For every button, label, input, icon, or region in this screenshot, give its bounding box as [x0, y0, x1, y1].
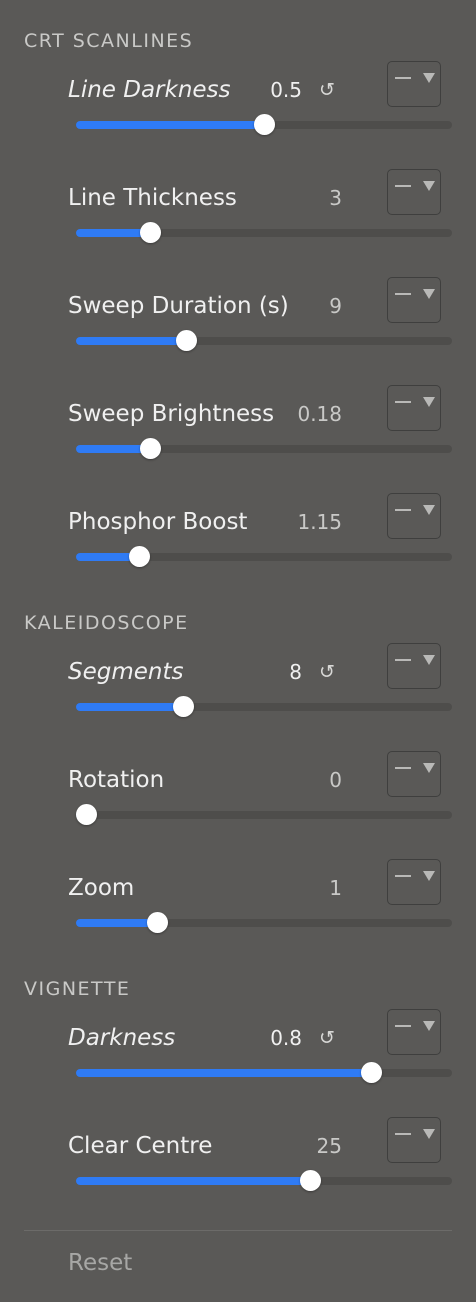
slider-fill: [76, 337, 186, 345]
reset-button[interactable]: Reset: [68, 1248, 132, 1278]
param-label: Line Darkness: [68, 77, 231, 103]
mode-dropdown-button[interactable]: [387, 169, 441, 215]
mode-dropdown-button[interactable]: [387, 61, 441, 107]
slider-fill: [76, 1177, 310, 1185]
slider-fill: [76, 703, 183, 711]
param-rotation: Rotation 0: [0, 751, 476, 873]
param-value[interactable]: 8: [289, 657, 302, 687]
param-value[interactable]: 9: [329, 291, 342, 321]
caret-down-icon: [423, 73, 435, 83]
section-title-crt-scanlines: CRT SCANLINES: [24, 30, 194, 52]
param-label: Line Thickness: [68, 185, 237, 211]
dash-icon: [395, 77, 411, 79]
param-label: Phosphor Boost: [68, 509, 248, 535]
dash-icon: [395, 509, 411, 511]
caret-down-icon: [423, 397, 435, 407]
dash-icon: [395, 185, 411, 187]
caret-down-icon: [423, 1129, 435, 1139]
slider-track[interactable]: [76, 1170, 452, 1191]
dash-icon: [395, 767, 411, 769]
slider-track[interactable]: [76, 696, 452, 717]
slider-track[interactable]: [76, 114, 452, 135]
param-label: Rotation: [68, 767, 165, 793]
param-sweep-duration: Sweep Duration (s) 9: [0, 277, 476, 399]
slider-thumb[interactable]: [140, 438, 161, 459]
dash-icon: [395, 875, 411, 877]
dash-icon: [395, 659, 411, 661]
param-line-darkness: Line Darkness 0.5 ↺: [0, 61, 476, 183]
slider-thumb[interactable]: [176, 330, 197, 351]
reset-icon[interactable]: ↺: [318, 659, 336, 685]
param-value[interactable]: 0.8: [270, 1023, 302, 1053]
param-value[interactable]: 0: [329, 765, 342, 795]
dash-icon: [395, 1133, 411, 1135]
param-value[interactable]: 0.5: [270, 75, 302, 105]
slider-thumb[interactable]: [254, 114, 275, 135]
param-phosphor-boost: Phosphor Boost 1.15: [0, 493, 476, 615]
mode-dropdown-button[interactable]: [387, 385, 441, 431]
caret-down-icon: [423, 1021, 435, 1031]
param-label: Sweep Duration (s): [68, 293, 289, 319]
mode-dropdown-button[interactable]: [387, 277, 441, 323]
reset-icon[interactable]: ↺: [318, 77, 336, 103]
slider-fill: [76, 445, 150, 453]
param-label: Darkness: [68, 1025, 176, 1051]
slider-thumb[interactable]: [147, 912, 168, 933]
slider-track[interactable]: [76, 1062, 452, 1083]
slider-track[interactable]: [76, 222, 452, 243]
param-value[interactable]: 3: [329, 183, 342, 213]
footer-divider: [24, 1230, 452, 1231]
slider-thumb[interactable]: [129, 546, 150, 567]
mode-dropdown-button[interactable]: [387, 493, 441, 539]
mode-dropdown-button[interactable]: [387, 1009, 441, 1055]
slider-fill: [76, 121, 264, 129]
param-value[interactable]: 0.18: [297, 399, 342, 429]
slider-thumb[interactable]: [361, 1062, 382, 1083]
dash-icon: [395, 401, 411, 403]
slider-track[interactable]: [76, 330, 452, 351]
param-label: Clear Centre: [68, 1133, 213, 1159]
mode-dropdown-button[interactable]: [387, 643, 441, 689]
slider-thumb[interactable]: [140, 222, 161, 243]
caret-down-icon: [423, 655, 435, 665]
slider-track[interactable]: [76, 546, 452, 567]
slider-thumb[interactable]: [76, 804, 97, 825]
dash-icon: [395, 1025, 411, 1027]
slider-track[interactable]: [76, 438, 452, 459]
slider-thumb[interactable]: [173, 696, 194, 717]
slider-thumb[interactable]: [300, 1170, 321, 1191]
mode-dropdown-button[interactable]: [387, 859, 441, 905]
param-clear-centre: Clear Centre 25: [0, 1117, 476, 1239]
slider-fill: [76, 229, 150, 237]
dash-icon: [395, 293, 411, 295]
param-zoom: Zoom 1: [0, 859, 476, 981]
slider-track[interactable]: [76, 804, 452, 825]
param-line-thickness: Line Thickness 3: [0, 169, 476, 291]
caret-down-icon: [423, 763, 435, 773]
param-value[interactable]: 25: [317, 1131, 342, 1161]
caret-down-icon: [423, 181, 435, 191]
param-label: Segments: [68, 659, 184, 685]
reset-icon[interactable]: ↺: [318, 1025, 336, 1051]
slider-fill: [76, 1069, 371, 1077]
mode-dropdown-button[interactable]: [387, 1117, 441, 1163]
mode-dropdown-button[interactable]: [387, 751, 441, 797]
param-value[interactable]: 1: [329, 873, 342, 903]
param-label: Zoom: [68, 875, 135, 901]
slider-fill: [76, 919, 157, 927]
slider-track[interactable]: [76, 912, 452, 933]
param-darkness: Darkness 0.8 ↺: [0, 1009, 476, 1131]
caret-down-icon: [423, 871, 435, 881]
param-label: Sweep Brightness: [68, 401, 275, 427]
param-segments: Segments 8 ↺: [0, 643, 476, 765]
param-value[interactable]: 1.15: [297, 507, 342, 537]
caret-down-icon: [423, 505, 435, 515]
caret-down-icon: [423, 289, 435, 299]
param-sweep-brightness: Sweep Brightness 0.18: [0, 385, 476, 507]
